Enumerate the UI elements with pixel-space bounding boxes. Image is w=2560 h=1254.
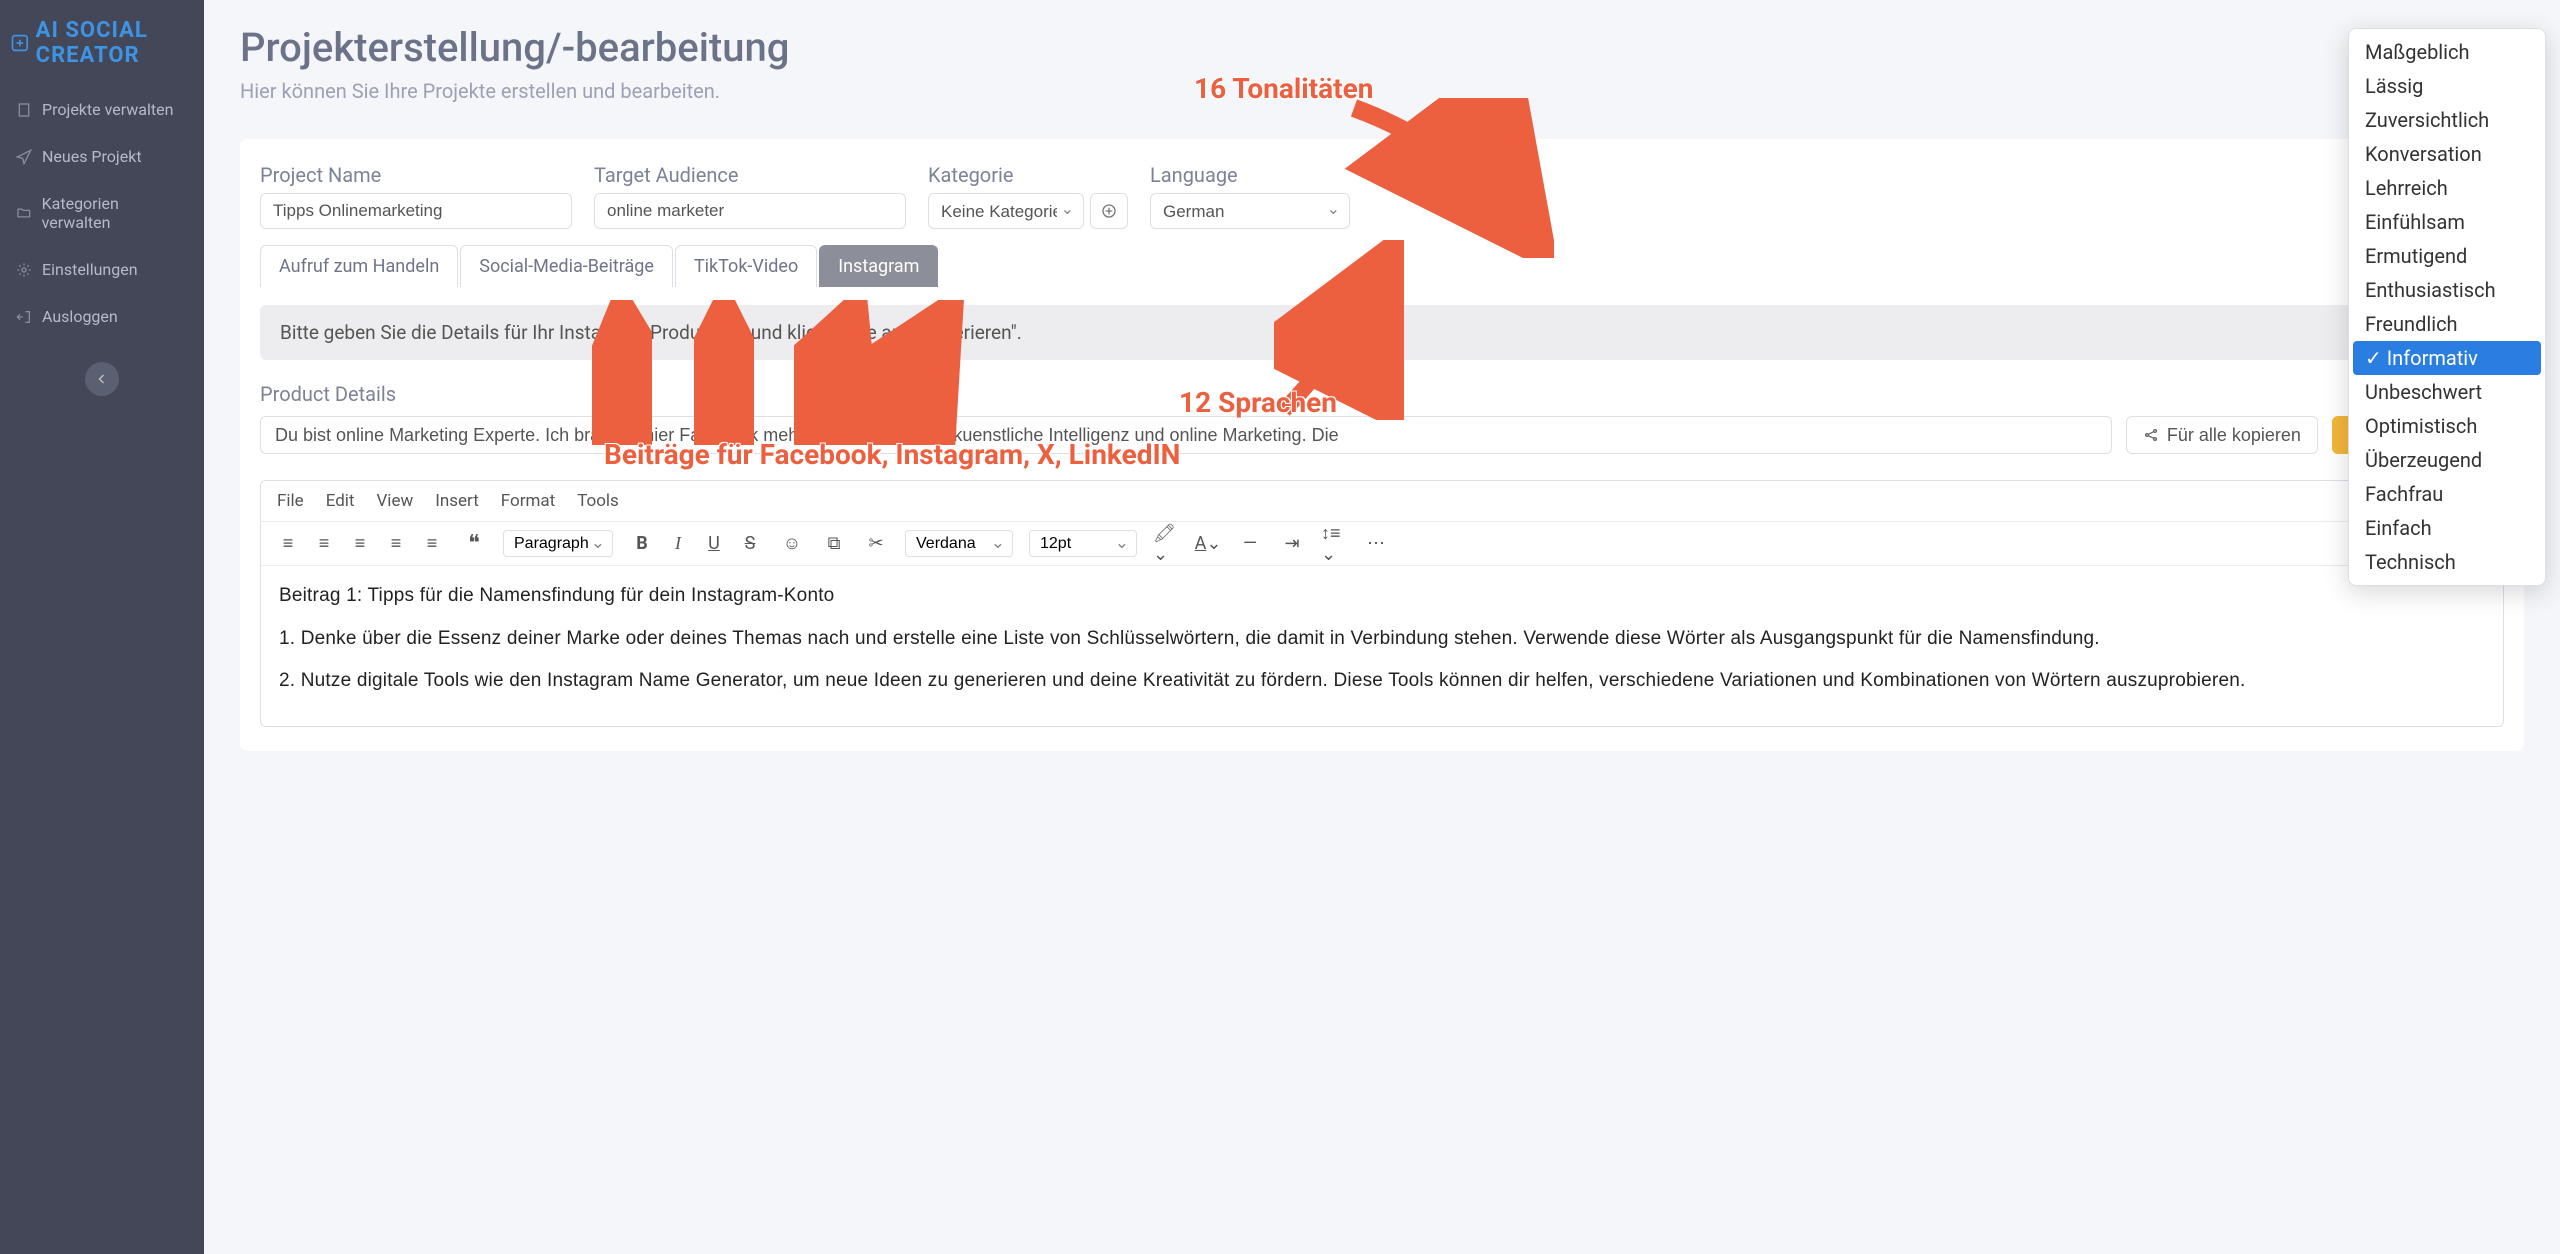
sidebar-item-label: Einstellungen xyxy=(42,260,138,279)
main-content: Projekterstellung/-bearbeitung Hier könn… xyxy=(204,0,2560,1254)
plane-icon xyxy=(16,149,32,165)
content-paragraph: 2. Nutze digitale Tools wie den Instagra… xyxy=(279,667,2485,696)
tonality-option[interactable]: Optimistisch xyxy=(2353,409,2541,443)
project-card: Project Name Target Audience Kategorie K… xyxy=(240,139,2524,751)
sidebar-item-logout[interactable]: Ausloggen xyxy=(0,293,204,340)
tab-cta[interactable]: Aufruf zum Handeln xyxy=(260,245,458,287)
page-subtitle: Hier können Sie Ihre Projekte erstellen … xyxy=(240,79,2524,103)
sidebar-item-label: Neues Projekt xyxy=(42,147,142,166)
share-icon xyxy=(2143,427,2159,443)
sidebar-nav: Projekte verwalten Neues Projekt Kategor… xyxy=(0,86,204,340)
tonality-option[interactable]: Fachfrau xyxy=(2353,477,2541,511)
tab-instagram[interactable]: Instagram xyxy=(819,245,938,287)
align-left-icon[interactable]: ≡ xyxy=(275,531,301,557)
font-size-select[interactable]: 12pt xyxy=(1029,530,1137,557)
sidebar-item-settings[interactable]: Einstellungen xyxy=(0,246,204,293)
language-label: Language xyxy=(1150,163,1350,187)
align-full-icon[interactable]: ≡ xyxy=(419,531,445,557)
sidebar-item-label: Projekte verwalten xyxy=(42,100,173,119)
tonality-option[interactable]: Konversation xyxy=(2353,137,2541,171)
product-details-input[interactable] xyxy=(260,416,2112,454)
menu-format[interactable]: Format xyxy=(501,491,555,511)
brand-logo[interactable]: AI SOCIAL CREATOR xyxy=(0,8,204,80)
sidebar: AI SOCIAL CREATOR Projekte verwalten Neu… xyxy=(0,0,204,1254)
italic-icon[interactable]: I xyxy=(665,531,691,557)
sidebar-collapse-button[interactable] xyxy=(85,362,119,396)
gear-icon xyxy=(16,262,32,278)
plus-circle-icon xyxy=(1101,203,1117,219)
rich-text-editor: File Edit View Insert Format Tools ≡ ≡ ≡… xyxy=(260,480,2504,727)
blockquote-icon[interactable]: ❝ xyxy=(461,531,487,557)
project-name-label: Project Name xyxy=(260,163,572,187)
bold-icon[interactable]: B xyxy=(629,531,655,557)
cut-icon[interactable]: ✂ xyxy=(863,531,889,557)
sidebar-item-label: Kategorien verwalten xyxy=(42,194,188,232)
tonality-option[interactable]: Lehrreich xyxy=(2353,171,2541,205)
add-category-button[interactable] xyxy=(1090,193,1128,229)
instruction-bar: Bitte geben Sie die Details für Ihr Inst… xyxy=(260,305,2504,360)
font-family-select[interactable]: Verdana xyxy=(905,530,1013,557)
more-icon[interactable]: ⋯ xyxy=(1363,531,1389,557)
logout-icon xyxy=(16,309,32,325)
tonality-option[interactable]: Unbeschwert xyxy=(2353,375,2541,409)
copy-icon[interactable]: ⧉ xyxy=(821,531,847,557)
tonality-option[interactable]: Einfühlsam xyxy=(2353,205,2541,239)
editor-toolbar: ≡ ≡ ≡ ≡ ≡ ❝ Paragraph B I xyxy=(261,522,2503,566)
tonality-option[interactable]: Freundlich xyxy=(2353,307,2541,341)
chevron-left-icon xyxy=(96,373,108,385)
strike-icon[interactable]: S xyxy=(737,531,763,557)
sidebar-item-new-project[interactable]: Neues Projekt xyxy=(0,133,204,180)
editor-content[interactable]: Beitrag 1: Tipps für die Namensfindung f… xyxy=(261,566,2503,726)
tonality-option[interactable]: Maßgeblich xyxy=(2353,35,2541,69)
tonality-option[interactable]: Überzeugend xyxy=(2353,443,2541,477)
menu-insert[interactable]: Insert xyxy=(435,491,479,511)
tab-tiktok[interactable]: TikTok-Video xyxy=(675,245,817,287)
content-paragraph: Beitrag 1: Tipps für die Namensfindung f… xyxy=(279,582,2485,611)
brand-name: AI SOCIAL CREATOR xyxy=(36,18,192,68)
text-color-icon[interactable]: A ⌄ xyxy=(1195,531,1221,557)
product-details-label: Product Details xyxy=(260,382,2504,406)
tonality-option[interactable]: Technisch xyxy=(2353,545,2541,579)
menu-edit[interactable]: Edit xyxy=(326,491,355,511)
tonality-option[interactable]: Enthusiastisch xyxy=(2353,273,2541,307)
copy-all-button[interactable]: Für alle kopieren xyxy=(2126,416,2318,454)
underline-icon[interactable]: U xyxy=(701,531,727,557)
audience-label: Target Audience xyxy=(594,163,906,187)
emoji-icon[interactable]: ☺ xyxy=(779,531,805,557)
project-name-input[interactable] xyxy=(260,193,572,229)
tonality-option[interactable]: Informativ xyxy=(2353,341,2541,375)
category-label: Kategorie xyxy=(928,163,1128,187)
category-select[interactable]: Keine Kategorie xyxy=(928,193,1084,229)
hr-icon[interactable]: — xyxy=(1237,531,1263,557)
content-tabs: Aufruf zum Handeln Social-Media-Beiträge… xyxy=(260,245,2504,287)
brand-icon xyxy=(10,29,30,57)
tonality-option[interactable]: Einfach xyxy=(2353,511,2541,545)
align-justify-icon[interactable]: ≡ xyxy=(383,531,409,557)
page-title: Projekterstellung/-bearbeitung xyxy=(240,24,2524,71)
align-right-icon[interactable]: ≡ xyxy=(347,531,373,557)
tonality-dropdown: MaßgeblichLässigZuversichtlichKonversati… xyxy=(2348,28,2546,586)
indent-icon[interactable]: ⇥ xyxy=(1279,531,1305,557)
folder-icon xyxy=(16,205,32,221)
sidebar-item-categories[interactable]: Kategorien verwalten xyxy=(0,180,204,246)
line-height-icon[interactable]: ↕≡ ⌄ xyxy=(1321,531,1347,557)
sidebar-item-projects[interactable]: Projekte verwalten xyxy=(0,86,204,133)
sidebar-item-label: Ausloggen xyxy=(42,307,118,326)
align-center-icon[interactable]: ≡ xyxy=(311,531,337,557)
menu-view[interactable]: View xyxy=(376,491,413,511)
menu-file[interactable]: File xyxy=(277,491,304,511)
language-select[interactable]: German xyxy=(1150,193,1350,229)
tonality-option[interactable]: Lässig xyxy=(2353,69,2541,103)
files-icon xyxy=(16,102,32,118)
block-format-select[interactable]: Paragraph xyxy=(503,530,613,557)
content-paragraph: 1. Denke über die Essenz deiner Marke od… xyxy=(279,625,2485,654)
tab-social-posts[interactable]: Social-Media-Beiträge xyxy=(460,245,673,287)
tonality-option[interactable]: Zuversichtlich xyxy=(2353,103,2541,137)
highlight-color-icon[interactable]: 🖍 ⌄ xyxy=(1153,531,1179,557)
tonality-option[interactable]: Ermutigend xyxy=(2353,239,2541,273)
menu-tools[interactable]: Tools xyxy=(577,491,619,511)
audience-input[interactable] xyxy=(594,193,906,229)
editor-menu: File Edit View Insert Format Tools xyxy=(261,481,2503,522)
